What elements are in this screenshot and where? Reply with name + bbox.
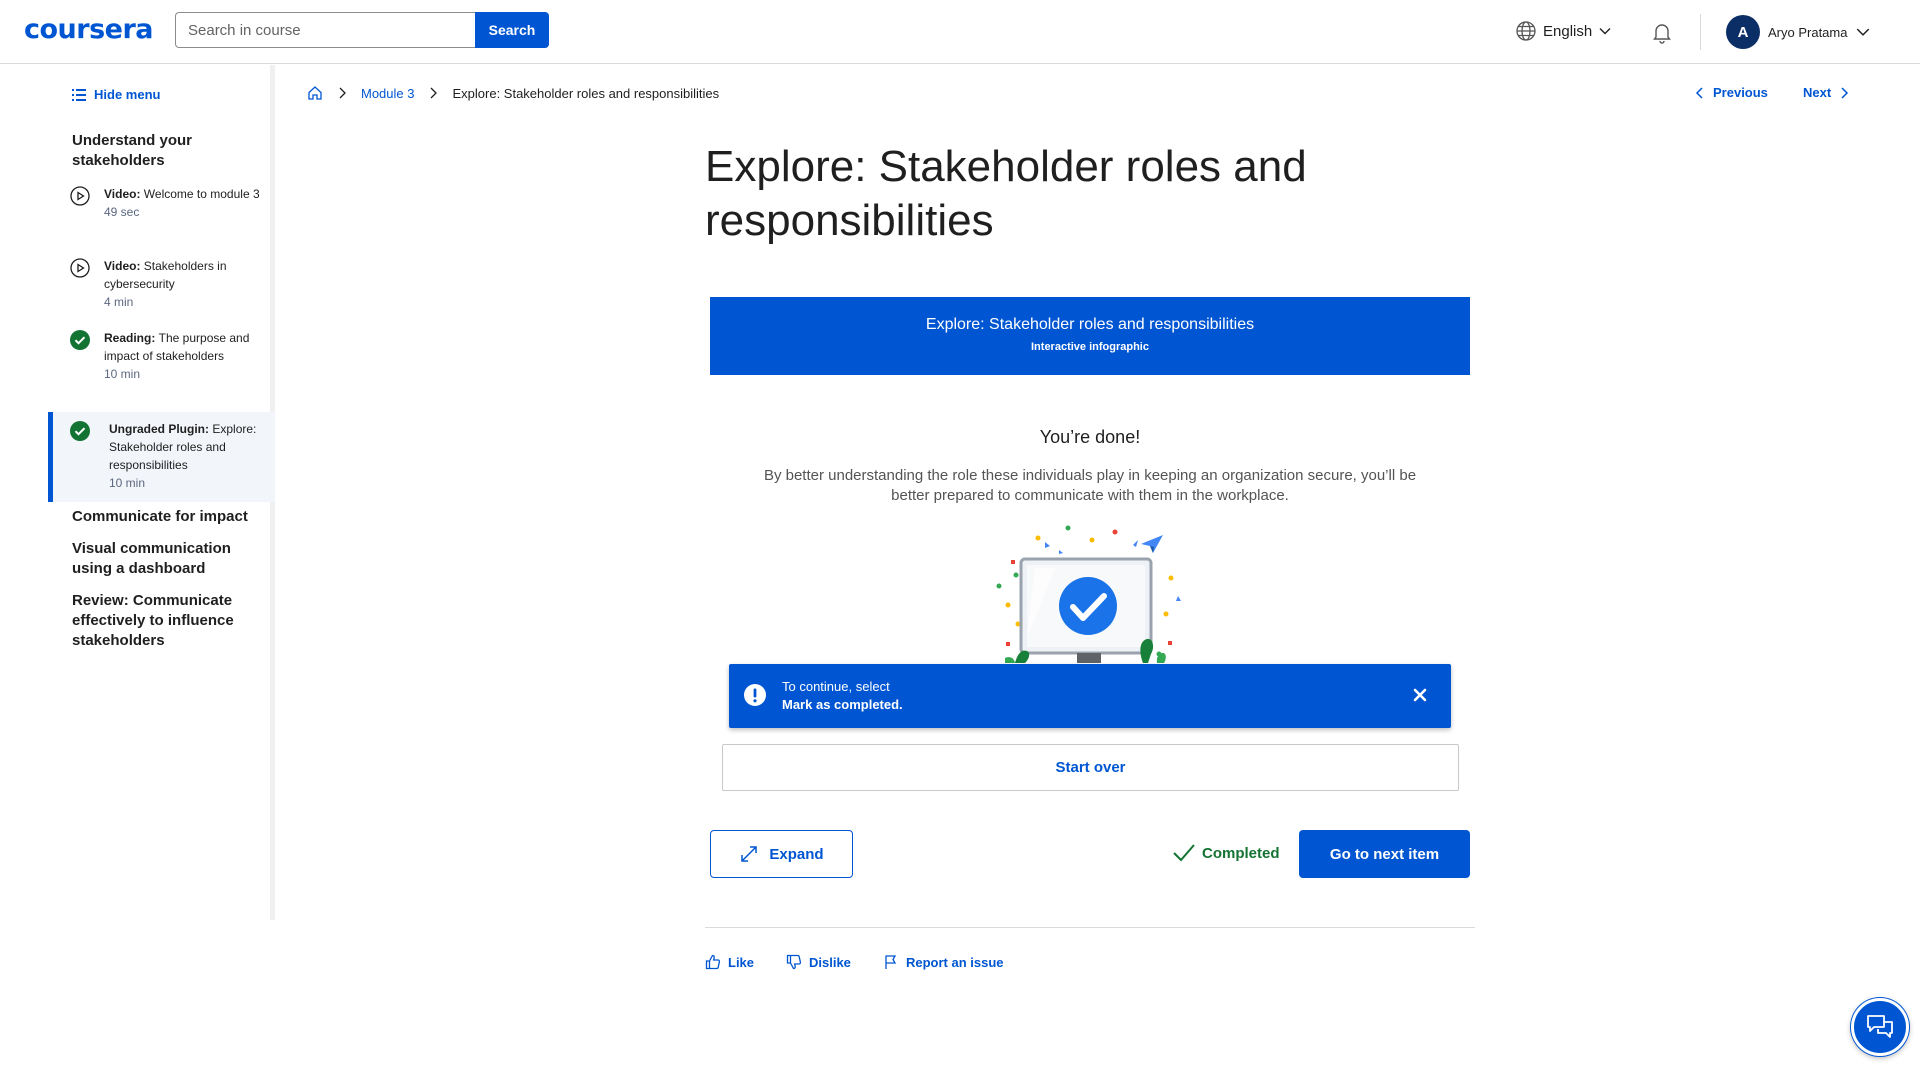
completed-status: Completed [1172, 843, 1280, 863]
like-label: Like [728, 954, 755, 970]
section-communicate-impact[interactable]: Communicate for impact [72, 507, 257, 527]
section-understand-stakeholders[interactable]: Understand your stakeholders [72, 131, 257, 171]
hide-menu-button[interactable]: Hide menu [72, 87, 160, 102]
coursera-logo[interactable]: coursera [24, 14, 154, 45]
report-issue-button[interactable]: Report an issue [883, 954, 1004, 970]
start-over-button[interactable]: Start over [722, 744, 1459, 791]
bell-icon [1653, 24, 1671, 44]
header-divider [1700, 14, 1701, 50]
dislike-label: Dislike [809, 954, 851, 970]
like-button[interactable]: Like [705, 954, 754, 970]
chevron-right-icon [1841, 86, 1849, 99]
user-name: Aryo Pratama [1768, 24, 1848, 40]
chat-button[interactable] [1851, 998, 1909, 1056]
lesson-type: Video: [104, 259, 144, 273]
section-visual-communication[interactable]: Visual communication using a dashboard [72, 539, 257, 579]
lesson-duration: 10 min [104, 367, 141, 381]
language-label: English [1543, 22, 1593, 40]
chevron-down-icon [1857, 28, 1870, 36]
expand-label: Expand [769, 845, 824, 863]
banner-subtitle: Interactive infographic [1031, 341, 1149, 353]
chevron-right-icon [431, 87, 438, 99]
home-icon[interactable] [307, 85, 323, 101]
hide-menu-label: Hide menu [94, 87, 161, 102]
done-description: By better understanding the role these i… [763, 467, 1417, 504]
breadcrumb-module[interactable]: Module 3 [361, 86, 414, 101]
top-bar: coursera Search English A Aryo Pratama [0, 0, 1920, 64]
thumbs-up-icon [705, 954, 721, 970]
breadcrumb-current: Explore: Stakeholder roles and responsib… [452, 85, 720, 101]
check-circle-icon [70, 330, 90, 350]
divider [705, 927, 1475, 928]
section-review[interactable]: Review: Communicate effectively to influ… [72, 591, 257, 651]
user-menu[interactable]: A Aryo Pratama [1726, 15, 1871, 49]
chevron-left-icon [1695, 86, 1703, 99]
lesson-video-stakeholders[interactable]: Video: Stakeholders in cybersecurity 4 m… [48, 257, 275, 311]
search-button[interactable]: Search [475, 12, 549, 48]
lesson-title: Welcome to module 3 [143, 187, 260, 201]
completion-illustration [996, 525, 1181, 663]
toast-message: To continue, select [782, 679, 890, 694]
language-selector[interactable]: English [1515, 20, 1612, 42]
infographic-banner: Explore: Stakeholder roles and responsib… [710, 297, 1470, 375]
chevron-right-icon [339, 87, 346, 99]
course-sidebar: Hide menu Understand your stakeholders V… [0, 65, 275, 920]
next-label: Next [1803, 85, 1832, 100]
chevron-down-icon [1599, 28, 1611, 35]
completed-label: Completed [1202, 844, 1280, 862]
previous-label: Previous [1713, 85, 1768, 100]
lesson-duration: 49 sec [104, 205, 140, 219]
check-circle-icon [70, 421, 90, 441]
lesson-duration: 10 min [109, 476, 146, 490]
go-to-next-item-button[interactable]: Go to next item [1299, 830, 1470, 878]
list-icon [72, 88, 86, 101]
dislike-button[interactable]: Dislike [786, 954, 851, 970]
lesson-type: Reading: [104, 331, 159, 345]
thumbs-down-icon [786, 954, 802, 970]
alert-icon [744, 684, 766, 706]
lesson-type: Video: [104, 187, 144, 201]
lesson-video-welcome[interactable]: Video: Welcome to module 3 49 sec [48, 185, 275, 221]
banner-title: Explore: Stakeholder roles and responsib… [925, 316, 1255, 333]
completion-toast: To continue, select Mark as completed. [729, 664, 1451, 728]
toast-action-text: Mark as completed. [782, 697, 903, 712]
done-heading: You’re done! [1039, 427, 1141, 447]
close-icon[interactable] [1411, 686, 1429, 704]
lesson-duration: 4 min [104, 295, 134, 309]
play-circle-icon [70, 258, 90, 278]
chat-icon [1867, 1015, 1893, 1038]
report-issue-label: Report an issue [906, 954, 1004, 970]
previous-button[interactable]: Previous [1695, 85, 1768, 100]
globe-icon [1516, 21, 1536, 41]
search-bar: Search [175, 12, 549, 48]
next-button[interactable]: Next [1803, 85, 1849, 100]
expand-button[interactable]: Expand [710, 830, 853, 878]
expand-icon [741, 846, 758, 862]
lesson-reading-purpose[interactable]: Reading: The purpose and impact of stake… [48, 329, 275, 383]
breadcrumb: Module 3 Explore: Stakeholder roles and … [307, 85, 719, 101]
avatar: A [1726, 15, 1760, 49]
search-input[interactable] [175, 12, 475, 48]
flag-icon [885, 955, 897, 969]
lesson-type: Ungraded Plugin: [109, 422, 213, 436]
play-circle-icon [70, 186, 90, 206]
page-title: Explore: Stakeholder roles and responsib… [705, 142, 1307, 245]
lesson-plugin-explore[interactable]: Ungraded Plugin: Explore: Stakeholder ro… [48, 412, 275, 502]
check-icon [1173, 844, 1195, 862]
notifications-button[interactable] [1650, 20, 1674, 49]
